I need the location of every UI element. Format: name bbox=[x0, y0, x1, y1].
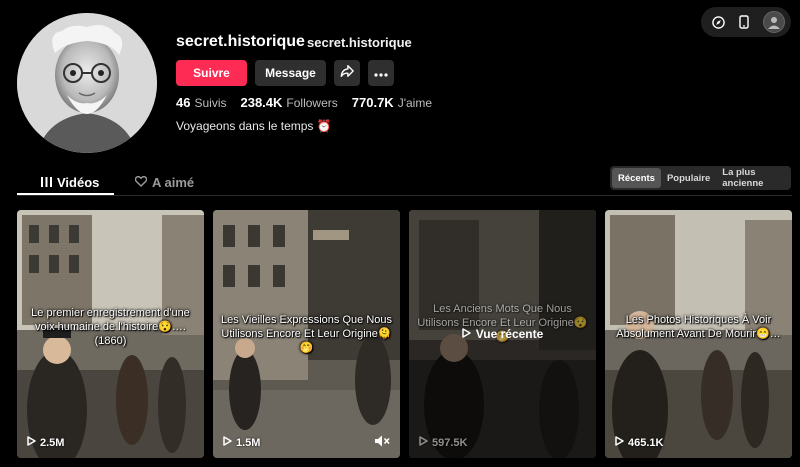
video-card[interactable]: Le premier enregistrement d'une voix hum… bbox=[17, 210, 204, 458]
following-count: 46 bbox=[176, 95, 191, 110]
sort-popular[interactable]: Populaire bbox=[661, 168, 716, 188]
user-avatar[interactable] bbox=[763, 11, 785, 33]
likes-label: J'aime bbox=[397, 96, 432, 110]
profile-username: secret.historique bbox=[176, 33, 305, 50]
compass-icon[interactable] bbox=[711, 15, 725, 29]
share-button[interactable] bbox=[334, 60, 360, 86]
video-card[interactable]: Les Vieilles Expressions Que Nous Utilis… bbox=[213, 210, 400, 458]
recently-viewed-badge: Vue récente bbox=[409, 327, 596, 341]
profile-avatar bbox=[17, 13, 157, 153]
followers-label: Followers bbox=[286, 96, 338, 110]
play-icon bbox=[615, 436, 624, 449]
view-count: 2.5M bbox=[40, 436, 65, 449]
message-button[interactable]: Message bbox=[255, 60, 326, 86]
tab-videos-label: Vidéos bbox=[57, 174, 100, 190]
videos-grid-icon bbox=[41, 175, 52, 190]
tab-liked[interactable]: A aimé bbox=[134, 169, 195, 195]
video-views: 597.5K bbox=[419, 436, 467, 449]
video-views: 2.5M bbox=[27, 436, 64, 449]
following-label: Suivis bbox=[194, 96, 227, 110]
likes-count: 770.7K bbox=[351, 95, 394, 110]
profile-stats: 46 Suivis 238.4K Followers 770.7K J'aime bbox=[176, 95, 446, 110]
video-views: 465.1K bbox=[615, 436, 663, 449]
top-right-controls bbox=[701, 7, 791, 37]
view-count: 1.5M bbox=[236, 436, 261, 449]
play-icon bbox=[461, 327, 471, 341]
view-count: 597.5K bbox=[432, 436, 468, 449]
recently-viewed-label: Vue récente bbox=[475, 327, 544, 341]
phone-icon[interactable] bbox=[737, 15, 751, 29]
video-caption: Le premier enregistrement d'une voix hum… bbox=[31, 307, 190, 348]
liked-heart-icon bbox=[134, 175, 148, 190]
sort-recent[interactable]: Récents bbox=[612, 168, 661, 188]
follow-button[interactable]: Suivre bbox=[176, 60, 247, 86]
more-icon bbox=[374, 64, 388, 82]
play-icon bbox=[223, 436, 232, 449]
tab-liked-label: A aimé bbox=[152, 174, 195, 190]
profile-bio: Voyageons dans le temps ⏰ bbox=[176, 119, 332, 133]
share-icon bbox=[340, 64, 354, 83]
play-icon bbox=[419, 436, 428, 449]
video-card[interactable]: Les Photos Historiques À Voir Absolument… bbox=[605, 210, 792, 458]
video-views: 1.5M bbox=[223, 436, 260, 449]
sort-oldest[interactable]: La plus ancienne bbox=[716, 167, 789, 189]
followers-count: 238.4K bbox=[240, 95, 283, 110]
video-caption: Les Vieilles Expressions Que Nous Utilis… bbox=[221, 314, 392, 355]
tab-videos[interactable]: Vidéos bbox=[41, 169, 99, 195]
video-card[interactable]: Les Anciens Mots Que Nous Utilisons Enco… bbox=[409, 210, 596, 458]
view-count: 465.1K bbox=[628, 436, 664, 449]
more-options-button[interactable] bbox=[368, 60, 394, 86]
sort-toggle: Récents Populaire La plus ancienne bbox=[610, 166, 791, 190]
play-icon bbox=[27, 436, 36, 449]
video-caption: Les Photos Historiques À Voir Absolument… bbox=[616, 314, 781, 341]
tabs-divider bbox=[17, 195, 792, 196]
mute-icon[interactable] bbox=[374, 434, 390, 448]
profile-nickname: secret.historique bbox=[307, 35, 412, 50]
